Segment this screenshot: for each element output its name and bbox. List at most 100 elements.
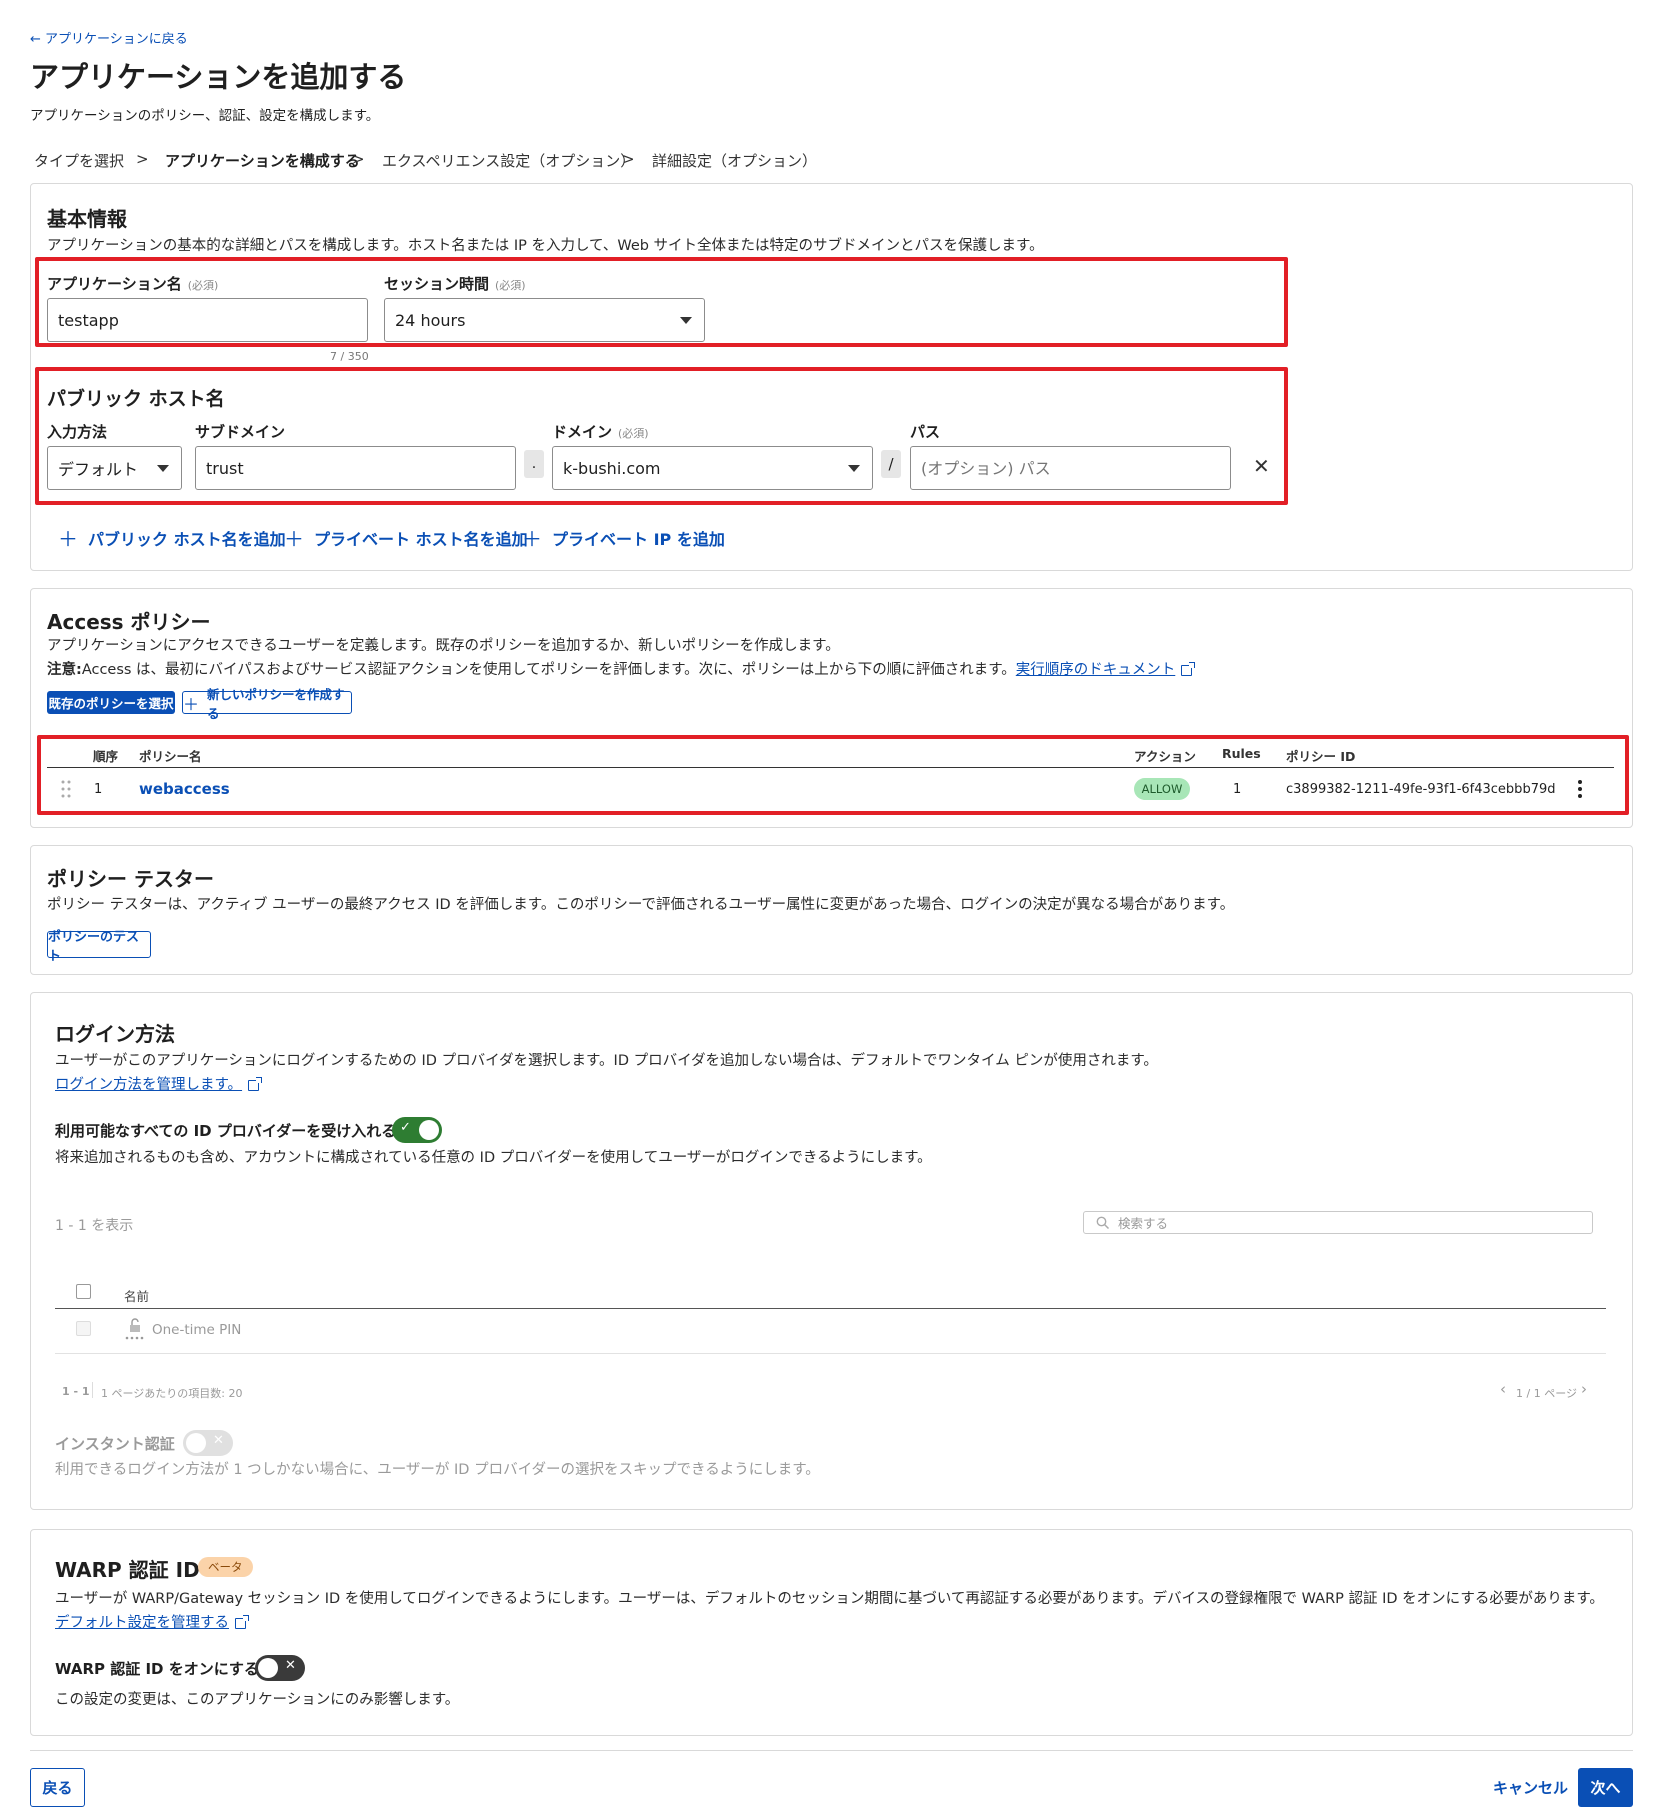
add-private-ip-link[interactable]: ＋プライベート IP を追加	[522, 523, 725, 552]
close-icon: ✕	[285, 1658, 296, 1673]
policy-order: 1	[94, 782, 103, 797]
policy-tester-title: ポリシー テスター	[47, 867, 214, 891]
plus-icon: ＋	[284, 527, 304, 551]
search-placeholder: 検索する	[1118, 1216, 1169, 1231]
login-methods-description: ユーザーがこのアプリケーションにログインするための ID プロバイダを選択します…	[55, 1053, 1158, 1069]
manage-login-methods-link[interactable]: ログイン方法を管理します。	[55, 1077, 242, 1093]
pager-divider	[92, 1382, 93, 1398]
beta-badge: ベータ	[198, 1557, 253, 1577]
external-link-icon	[235, 1614, 249, 1629]
app-name-input[interactable]: testapp	[47, 298, 368, 342]
instant-auth-toggle[interactable]: ✕	[183, 1430, 233, 1456]
showing-count: 1 - 1 を表示	[55, 1218, 134, 1234]
header-action: アクション	[1134, 749, 1196, 764]
plus-icon: ＋	[183, 694, 200, 714]
path-label: パス	[910, 423, 941, 441]
chevron-down-icon	[680, 317, 692, 324]
session-duration-select[interactable]: 24 hours	[384, 298, 705, 342]
path-input[interactable]	[910, 446, 1231, 490]
test-policy-button[interactable]: ポリシーのテスト	[47, 930, 151, 964]
step-experience-settings[interactable]: エクスペリエンス設定（オプション）	[382, 150, 635, 171]
close-icon[interactable]: ✕	[1253, 454, 1270, 478]
warp-toggle-label: WARP 認証 ID をオンにする	[55, 1660, 259, 1678]
step-advanced-settings[interactable]: 詳細設定（オプション）	[652, 150, 817, 171]
instant-auth-description: 利用できるログイン方法が 1 つしかない場合に、ユーザーが ID プロバイダーの…	[55, 1462, 820, 1478]
drag-handle-icon[interactable]	[61, 779, 71, 799]
create-new-policy-button[interactable]: ＋新しいポリシーを作成する	[182, 687, 352, 721]
header-order: 順序	[93, 749, 119, 764]
idp-row-checkbox[interactable]	[76, 1321, 91, 1336]
cancel-button[interactable]: キャンセル	[1493, 1777, 1568, 1798]
policy-tester-description: ポリシー テスターは、アクティブ ユーザーの最終アクセス ID を評価します。こ…	[47, 897, 1235, 913]
page-title: アプリケーションを追加する	[30, 60, 407, 94]
chevron-left-icon[interactable]: ‹	[1500, 1380, 1506, 1398]
header-rules: Rules	[1222, 746, 1261, 761]
warp-title: WARP 認証 ID	[55, 1558, 200, 1582]
access-policy-description: アプリケーションにアクセスできるユーザーを定義します。既存のポリシーを追加するか…	[47, 638, 840, 654]
domain-label: ドメイン (必須)	[552, 423, 649, 441]
row-divider	[55, 1353, 1606, 1354]
dot-separator: .	[524, 450, 544, 478]
check-icon: ✓	[400, 1120, 411, 1135]
add-private-hostname-link[interactable]: ＋プライベート ホスト名を追加	[284, 523, 528, 552]
more-options-icon[interactable]	[1577, 778, 1583, 800]
header-policy-name: ポリシー名	[139, 749, 202, 764]
access-policy-title: Access ポリシー	[47, 610, 211, 634]
login-methods-title: ログイン方法	[55, 1022, 175, 1046]
back-to-applications-link[interactable]: ← アプリケーションに戻る	[30, 28, 188, 47]
chevron-down-icon	[157, 465, 169, 472]
app-name-counter: 7 / 350	[330, 350, 369, 363]
basic-info-title: 基本情報	[47, 207, 127, 231]
search-input[interactable]: 検索する	[1083, 1211, 1593, 1234]
external-link-icon	[248, 1076, 263, 1091]
step-configure-app[interactable]: アプリケーションを構成する	[165, 150, 360, 171]
select-all-checkbox[interactable]	[76, 1284, 91, 1299]
chevron-down-icon	[848, 465, 860, 472]
app-name-label: アプリケーション名 (必須)	[47, 275, 219, 293]
footer-divider	[30, 1750, 1633, 1751]
session-duration-label: セッション時間 (必須)	[384, 275, 526, 293]
page-subtitle: アプリケーションのポリシー、認証、設定を構成します。	[30, 108, 380, 124]
chevron-right-icon[interactable]: ›	[1581, 1380, 1587, 1398]
accept-all-idp-label: 利用可能なすべての ID プロバイダーを受け入れる	[55, 1122, 397, 1140]
input-method-select[interactable]: デフォルト	[47, 446, 182, 490]
step-select-type[interactable]: タイプを選択	[34, 150, 124, 171]
step-separator: >	[136, 150, 149, 168]
manage-login-methods: ログイン方法を管理します。	[55, 1073, 263, 1094]
pager-range: 1 - 1	[62, 1385, 90, 1398]
input-method-label: 入力方法	[47, 423, 108, 441]
domain-select[interactable]: k-bushi.com	[552, 446, 873, 490]
warp-auth-toggle[interactable]: ✕	[255, 1655, 305, 1681]
back-button[interactable]: 戻る	[30, 1768, 85, 1807]
close-icon: ✕	[213, 1433, 224, 1448]
policy-id: c3899382-1211-49fe-93f1-6f43cebbb79d	[1286, 782, 1556, 797]
accept-all-idp-toggle[interactable]: ✓	[392, 1117, 442, 1143]
step-separator: >	[622, 150, 635, 168]
pager-pages: 1 / 1 ページ	[1516, 1387, 1577, 1400]
select-existing-policy-button[interactable]: 既存のポリシーを選択	[47, 691, 175, 714]
pager-per-page: 1 ページあたりの項目数: 20	[101, 1387, 243, 1400]
plus-icon: ＋	[522, 527, 542, 551]
warp-description: ユーザーが WARP/Gateway セッション ID を使用してログインできる…	[55, 1591, 1604, 1607]
add-public-hostname-link[interactable]: ＋パブリック ホスト名を追加	[58, 523, 286, 552]
header-policy-id: ポリシー ID	[1286, 749, 1356, 764]
policy-name-link[interactable]: webaccess	[139, 780, 230, 798]
next-button[interactable]: 次へ	[1578, 1768, 1633, 1807]
manage-defaults-link[interactable]: デフォルト設定を管理する	[55, 1615, 229, 1631]
warp-toggle-description: この設定の変更は、このアプリケーションにのみ影響します。	[55, 1692, 460, 1708]
lock-icon	[124, 1317, 146, 1341]
idp-name: One-time PIN	[152, 1322, 242, 1338]
name-column-header: 名前	[124, 1289, 150, 1304]
step-separator: >	[352, 150, 365, 168]
policy-rules-count: 1	[1233, 782, 1242, 797]
allow-badge: ALLOW	[1134, 778, 1190, 800]
access-policy-note: 注意:Access は、最初にバイパスおよびサービス認証アクションを使用してポリ…	[47, 658, 1196, 679]
subdomain-input[interactable]: trust	[195, 446, 516, 490]
table-divider	[55, 1308, 1606, 1309]
plus-icon: ＋	[58, 527, 78, 551]
instant-auth-label: インスタント認証	[55, 1435, 175, 1453]
execution-order-doc-link[interactable]: 実行順序のドキュメント	[1016, 662, 1176, 678]
basic-info-description: アプリケーションの基本的な詳細とパスを構成します。ホスト名または IP を入力し…	[47, 238, 1044, 254]
accept-all-idp-description: 将来追加されるものも含め、アカウントに構成されている任意の ID プロバイダーを…	[55, 1150, 932, 1166]
subdomain-label: サブドメイン	[195, 423, 286, 441]
